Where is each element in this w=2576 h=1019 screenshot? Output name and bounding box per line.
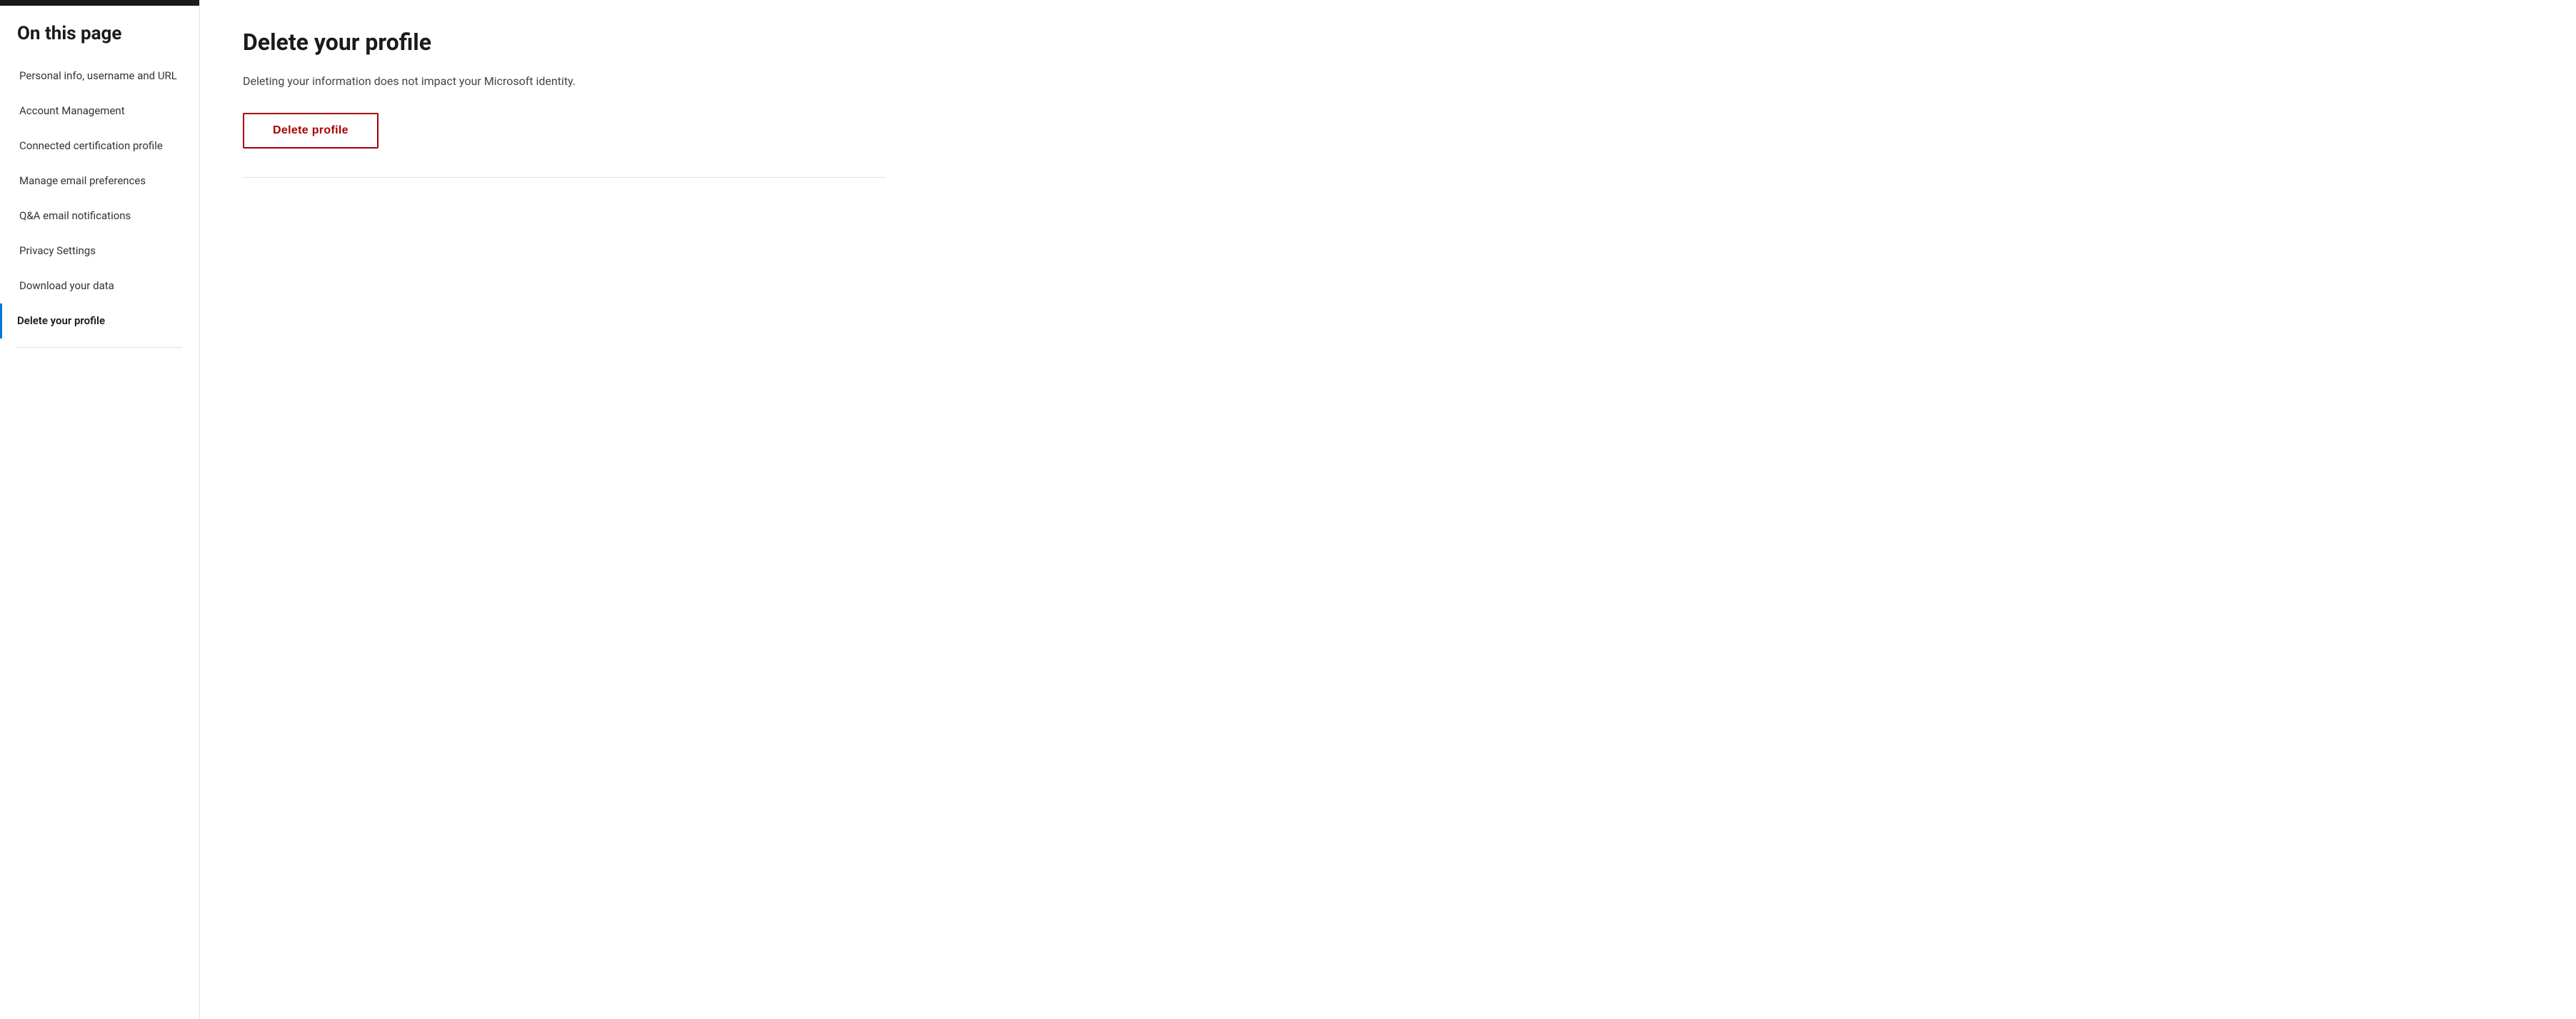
sidebar-item-connected-certification[interactable]: Connected certification profile <box>0 129 199 164</box>
sidebar-item-account-management[interactable]: Account Management <box>0 94 199 129</box>
main-content: Delete your profile Deleting your inform… <box>200 0 2576 1019</box>
section-title: Delete your profile <box>243 29 886 56</box>
delete-profile-section: Delete your profile Deleting your inform… <box>243 29 886 178</box>
sidebar-title: On this page <box>0 6 199 59</box>
sidebar-item-personal-info[interactable]: Personal info, username and URL <box>0 59 199 94</box>
sidebar-item-privacy-settings[interactable]: Privacy Settings <box>0 234 199 268</box>
sidebar-item-download-data[interactable]: Download your data <box>0 268 199 303</box>
sidebar-nav: Personal info, username and URLAccount M… <box>0 59 199 338</box>
sidebar-item-delete-profile[interactable]: Delete your profile <box>0 303 199 338</box>
delete-profile-button[interactable]: Delete profile <box>243 113 379 149</box>
sidebar: On this page Personal info, username and… <box>0 0 200 1019</box>
sidebar-divider <box>17 347 182 348</box>
sidebar-item-qa-email[interactable]: Q&A email notifications <box>0 199 199 234</box>
sidebar-item-manage-email[interactable]: Manage email preferences <box>0 164 199 199</box>
section-description: Deleting your information does not impac… <box>243 73 886 90</box>
sidebar-top-bar <box>0 0 199 6</box>
